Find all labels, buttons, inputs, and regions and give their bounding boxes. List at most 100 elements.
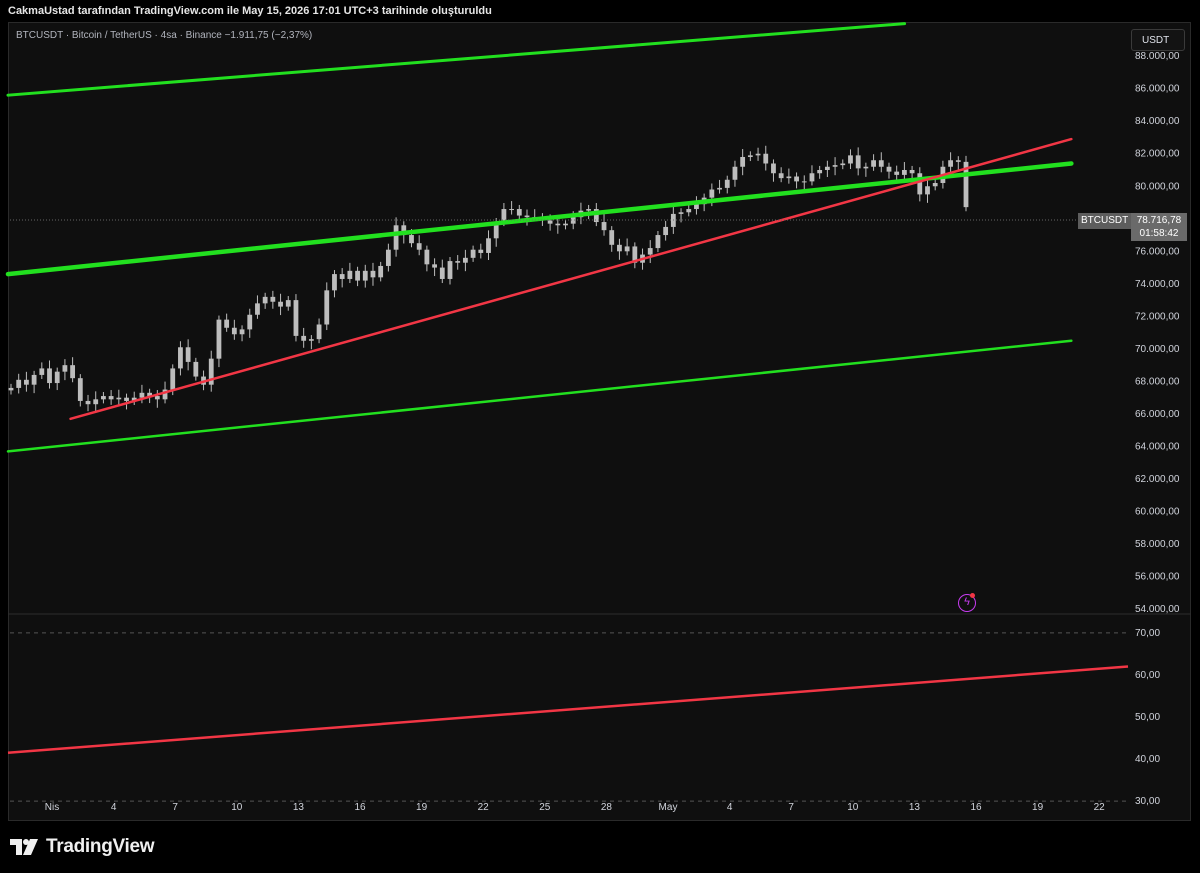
candle-body [301,335,307,341]
price-tick-label: 84.000,00 [1135,116,1180,127]
price-tick-label: 76.000,00 [1135,246,1180,257]
candle-body [755,153,761,156]
time-tick-label: 22 [1094,802,1106,813]
time-tick-label: 19 [416,802,428,813]
candle-body [178,347,183,369]
candle-body [925,186,930,195]
currency-button[interactable]: USDT [1131,29,1185,51]
candle-body [763,153,769,164]
oscillator-tick-label: 30,00 [1135,796,1160,807]
time-tick-label: 13 [293,802,305,813]
candle-body [909,170,915,174]
time-tick-label: May [659,802,678,813]
candle-body [347,270,353,279]
candle-body [239,329,245,335]
time-tick-label: 4 [111,802,117,813]
trendlines [5,22,1074,453]
candle-body [516,209,522,216]
candle-body [747,155,753,157]
price-chart[interactable]: 70,00 60,00 50,00 40,00 30,00 88.000,00 86.00… [0,0,1200,873]
candle-body [85,400,91,405]
candle-body [617,244,622,252]
candle-body [216,319,222,359]
candle-body [855,155,861,169]
notification-dot [970,593,975,598]
candle-body [886,166,892,172]
last-price-value: 78.716,78 [1136,215,1182,226]
oscillator-pane: 70,00 60,00 50,00 40,00 30,00 [7,628,1160,807]
candle-body [231,327,237,335]
time-tick-label: 13 [909,802,921,813]
price-tick-label: 58.000,00 [1135,539,1180,550]
candle-body [824,166,830,170]
bar-countdown: 01:58:42 [1139,228,1179,239]
time-tick-label: 10 [847,802,859,813]
candle-body [547,220,553,224]
time-tick-label: Nis [45,802,59,813]
candle-body [432,264,437,268]
candle-body [416,243,422,250]
trendline-support-trendline[interactable] [69,137,1073,421]
candle-body [486,238,491,253]
candle-body [624,246,630,252]
oscillator-trendline[interactable] [7,665,1129,754]
candle-body [362,270,368,281]
candle-body [332,274,337,291]
candle-body [647,248,653,255]
candle-body [524,215,530,218]
price-tick-label: 54.000,00 [1135,604,1180,615]
candle-body [586,209,592,211]
candlestick-series [8,145,969,413]
time-tick-label: 28 [601,802,613,813]
candle-body [663,226,669,236]
candle-body [470,249,476,258]
trendline-lower-channel[interactable] [6,339,1073,453]
price-tick-label: 60.000,00 [1135,507,1180,518]
candle-body [917,173,923,195]
candle-body [378,265,384,278]
candle-body [771,163,776,174]
candle-body [955,160,961,162]
candle-body [717,187,722,190]
price-tick-label: 64.000,00 [1135,441,1180,452]
candle-body [185,347,191,362]
candle-body [54,371,60,384]
candle-body [948,160,953,167]
price-tick-label: 56.000,00 [1135,572,1180,583]
candle-body [794,176,799,182]
time-tick-label: 22 [478,802,490,813]
oscillator-tick-label: 50,00 [1135,712,1160,723]
candle-body [385,249,391,266]
candle-body [786,176,792,179]
time-tick-label: 25 [539,802,551,813]
trendline-middle-channel[interactable] [5,161,1074,277]
candle-body [39,368,45,375]
price-tick-label: 86.000,00 [1135,84,1180,95]
candle-body [817,170,823,174]
candle-body [24,379,29,385]
last-price-box: 78.716,78 01:58:42 [1131,213,1187,241]
candle-body [655,235,661,249]
price-tick-label: 66.000,00 [1135,409,1180,420]
candle-body [355,270,360,281]
candle-body [455,261,461,263]
candle-body [154,396,160,400]
candle-body [47,368,52,384]
candle-body [801,181,807,183]
candle-body [170,368,176,390]
oscillator-tick-label: 70,00 [1135,628,1160,639]
candle-body [16,379,22,388]
tradingview-logo[interactable]: TradingView [10,835,155,859]
symbol-price-label: BTCUSDT [1078,213,1132,229]
candle-body [932,183,938,187]
candle-body [139,392,145,398]
brand-name: TradingView [46,836,155,857]
symbol-info[interactable]: BTCUSDT · Bitcoin / TetherUS · 4sa · Bin… [16,30,312,41]
candle-body [101,396,106,400]
price-tick-label: 68.000,00 [1135,376,1180,387]
candle-body [439,267,445,279]
time-tick-label: 16 [354,802,366,813]
candle-body [609,230,615,245]
candle-body [863,166,869,169]
candle-body [740,156,746,167]
